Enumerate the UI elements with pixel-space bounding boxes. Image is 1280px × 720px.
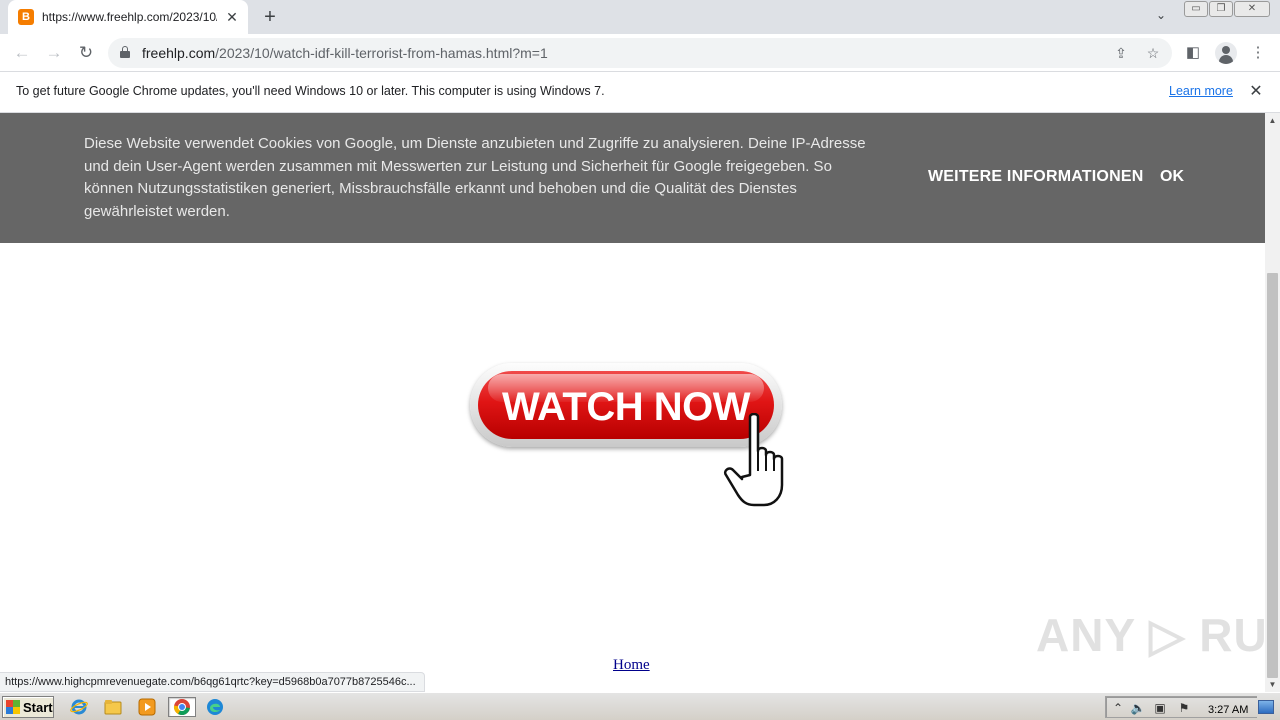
address-bar[interactable]: freehlp.com/2023/10/watch-idf-kill-terro…	[108, 38, 1172, 68]
star-icon[interactable]: ☆	[1144, 44, 1162, 62]
tray-expand-icon[interactable]: ⌃	[1110, 700, 1126, 716]
scroll-up-arrow-icon[interactable]: ▲	[1265, 113, 1280, 128]
browser-toolbar: ← → ↻ freehlp.com/2023/10/watch-idf-kill…	[0, 34, 1280, 72]
internet-explorer-icon[interactable]	[68, 697, 90, 717]
page-scrollbar[interactable]: ▲ ▼	[1265, 113, 1280, 692]
chrome-icon[interactable]	[168, 697, 196, 717]
tab-strip: B https://www.freehlp.com/2023/10/watch-…	[0, 0, 1280, 34]
tab-search-chevron-icon[interactable]: ⌄	[1152, 8, 1170, 26]
infobar-message: To get future Google Chrome updates, you…	[16, 84, 605, 98]
url-text[interactable]: freehlp.com/2023/10/watch-idf-kill-terro…	[142, 45, 548, 61]
cookie-ok-button[interactable]: OK	[1160, 168, 1184, 186]
browser-tab[interactable]: B https://www.freehlp.com/2023/10/watch-…	[8, 0, 248, 34]
windows-taskbar: Start ⌃ 🔈 ▣ ⚑ 3:27 AM	[0, 692, 1280, 720]
minimize-button[interactable]: ▭	[1184, 1, 1208, 17]
cookie-banner: Diese Website verwendet Cookies von Goog…	[0, 113, 1265, 243]
scroll-down-arrow-icon[interactable]: ▼	[1265, 677, 1280, 692]
scroll-thumb[interactable]	[1267, 273, 1278, 678]
new-tab-button[interactable]: +	[258, 5, 282, 29]
tab-close-icon[interactable]: ✕	[224, 9, 240, 25]
web-page: Diese Website verwendet Cookies von Goog…	[0, 113, 1265, 692]
volume-icon[interactable]: 🔈	[1130, 700, 1146, 716]
status-url-bubble: https://www.highcpmrevenuegate.com/b6qg6…	[0, 672, 425, 692]
network-icon[interactable]: ▣	[1152, 700, 1168, 716]
home-link[interactable]: Home	[613, 657, 650, 674]
reload-icon[interactable]: ↻	[74, 41, 98, 65]
back-arrow-icon[interactable]: ←	[10, 41, 34, 65]
taskbar-clock[interactable]: 3:27 AM	[1208, 704, 1248, 716]
infobar-close-icon[interactable]: ✕	[1246, 82, 1266, 102]
pointing-hand-cursor-icon	[724, 413, 784, 507]
update-infobar: To get future Google Chrome updates, you…	[0, 72, 1280, 113]
restore-button[interactable]: ❐	[1209, 1, 1233, 17]
share-icon[interactable]: ⇪	[1112, 44, 1130, 62]
tab-title: https://www.freehlp.com/2023/10/watch-id…	[42, 10, 217, 24]
action-center-flag-icon[interactable]: ⚑	[1176, 700, 1192, 716]
cookie-banner-text: Diese Website verwendet Cookies von Goog…	[84, 135, 866, 220]
side-panel-icon[interactable]: ◧	[1183, 43, 1203, 63]
kebab-menu-icon[interactable]: ⋮	[1248, 43, 1268, 63]
anyrun-watermark: ANY ▷ RUN	[1036, 609, 1265, 661]
edge-icon[interactable]	[204, 697, 226, 717]
show-desktop-button[interactable]	[1258, 700, 1274, 714]
learn-more-link[interactable]: Learn more	[1169, 84, 1233, 98]
windows-logo-icon	[6, 700, 20, 714]
file-explorer-icon[interactable]	[102, 697, 124, 717]
forward-arrow-icon[interactable]: →	[42, 41, 66, 65]
profile-icon[interactable]	[1215, 42, 1237, 64]
watch-now-button[interactable]: WATCH NOW	[468, 361, 813, 509]
blogger-favicon-icon: B	[18, 9, 34, 25]
window-close-button[interactable]: ✕	[1234, 1, 1270, 17]
start-label: Start	[23, 699, 53, 715]
more-info-button[interactable]: WEITERE INFORMATIONEN	[928, 168, 1143, 186]
media-player-icon[interactable]	[136, 697, 158, 717]
start-button[interactable]: Start	[2, 696, 54, 718]
lock-icon[interactable]	[120, 46, 130, 58]
